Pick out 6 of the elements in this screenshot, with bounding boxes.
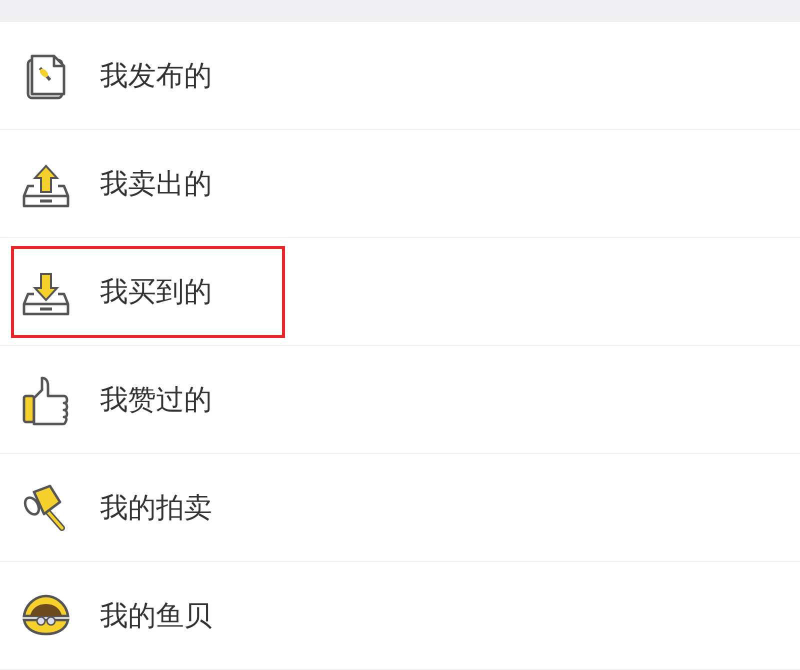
- menu-item-label[interactable]: 我卖出的: [100, 164, 212, 202]
- menu-item-label[interactable]: 我的拍卖: [100, 488, 212, 526]
- menu-item-label[interactable]: 我买到的: [100, 272, 212, 310]
- menu-item-label[interactable]: 我发布的: [100, 56, 212, 94]
- menu-item-label[interactable]: 我的鱼贝: [100, 596, 212, 634]
- menu-item-label[interactable]: 我赞过的: [100, 380, 212, 418]
